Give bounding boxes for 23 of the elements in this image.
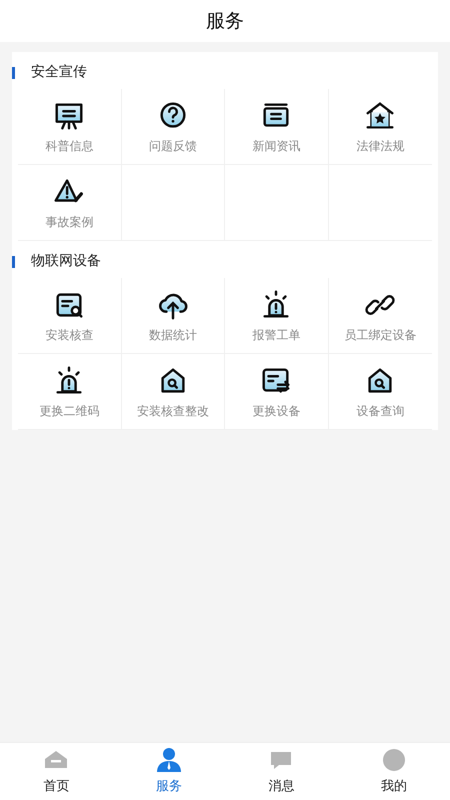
service-tile[interactable]: 科普信息 [18,89,122,165]
tab-item[interactable]: 服务 [112,743,225,800]
tab-item[interactable]: 消息 [225,743,338,800]
section-marker [12,66,15,78]
service-tile[interactable]: 新闻资讯 [225,89,328,165]
service-tile[interactable]: 更换二维码 [18,354,122,430]
service-tile[interactable]: 事故案例 [18,165,122,241]
tab-item[interactable]: 首页 [0,743,112,800]
tab-item[interactable]: 我的 [338,743,450,800]
service-tile[interactable]: 安装核查 [18,278,122,354]
service-tile[interactable]: 问题反馈 [122,89,225,165]
service-tile[interactable]: 设备查询 [328,354,432,430]
user-icon [154,746,183,774]
section-title: 安全宣传 [31,63,87,82]
service-tile[interactable]: 数据统计 [122,278,225,354]
service-tile[interactable]: 报警工单 [225,278,328,354]
service-tile[interactable]: 更换设备 [225,354,328,430]
section-marker [12,256,15,268]
service-tile[interactable]: 员工绑定设备 [328,278,432,354]
service-tile[interactable]: 法律法规 [328,89,432,165]
section-title: 物联网设备 [31,252,101,271]
service-tile[interactable]: 安装核查整改 [122,354,225,430]
page-title: 服务 [206,8,244,34]
